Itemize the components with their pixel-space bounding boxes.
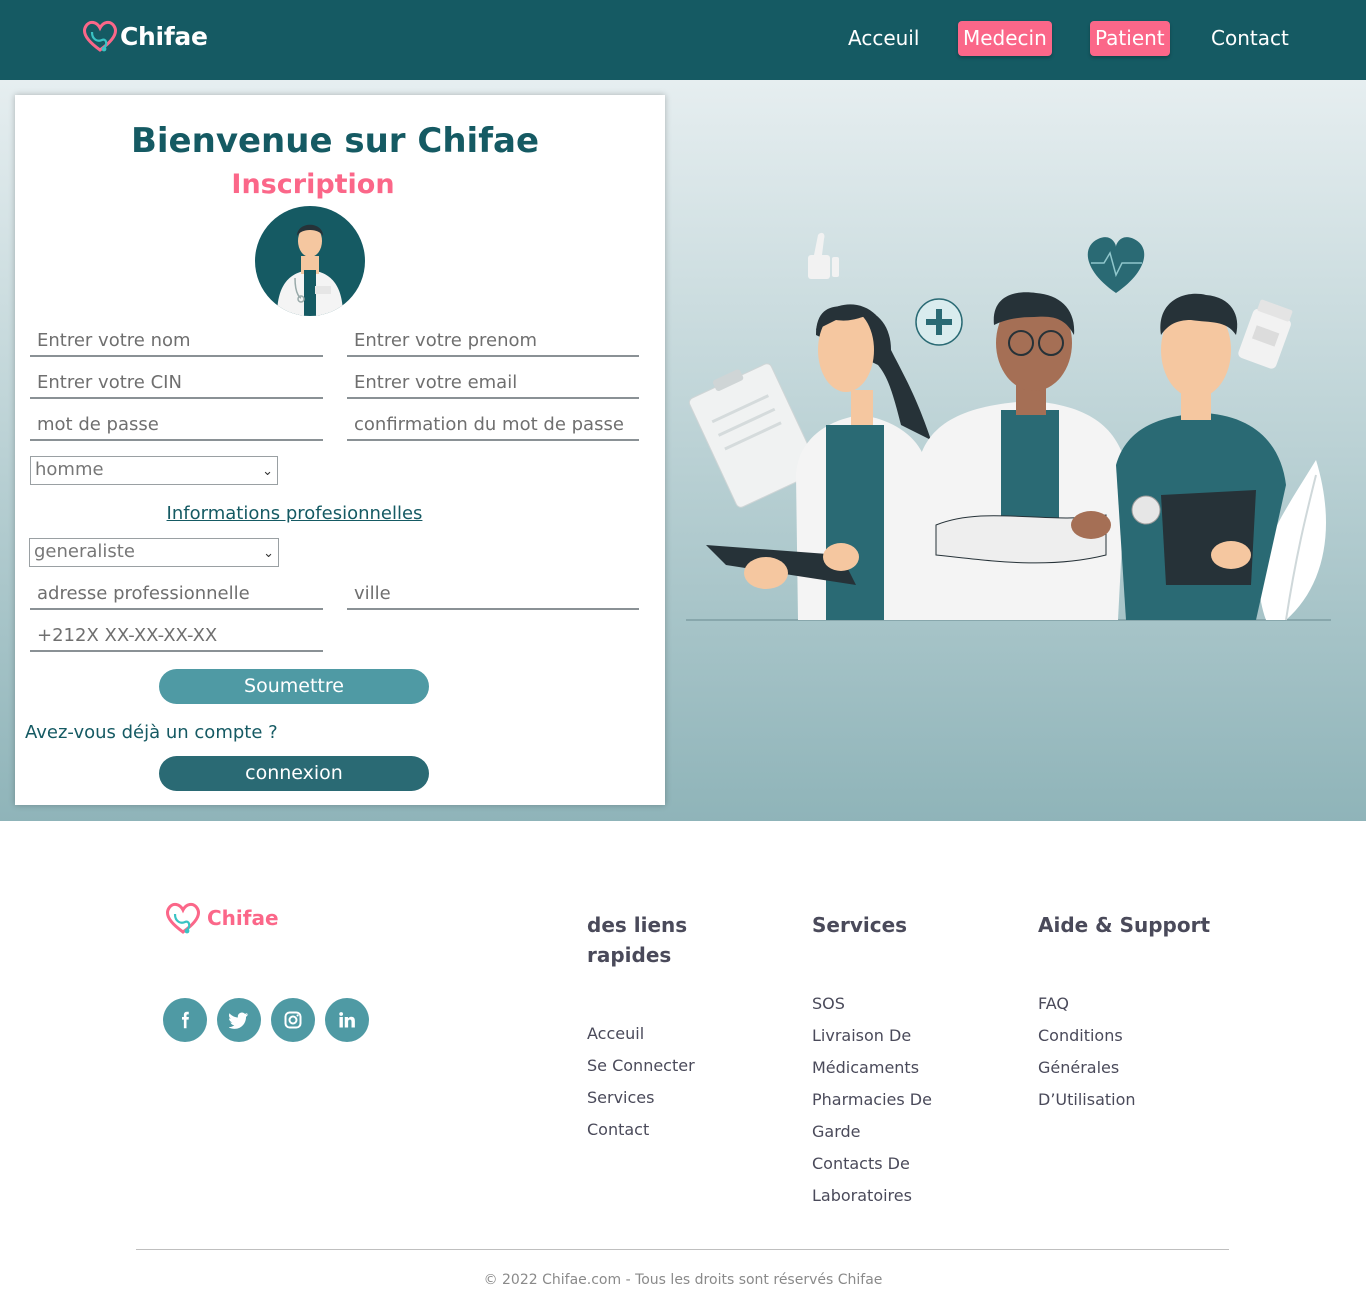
doctor-avatar-icon (255, 206, 365, 316)
form-subtitle: Inscription (231, 169, 395, 200)
specialty-select-value: generaliste (34, 541, 135, 562)
footer-column-title: des liens rapides (587, 913, 688, 967)
footer-brand-name: Chifae (207, 906, 279, 930)
footer-link-generales[interactable]: Générales (1038, 1052, 1238, 1084)
registration-card: Bienvenue sur Chifae Inscription Entrer … (15, 95, 665, 805)
linkedin-icon[interactable] (325, 998, 369, 1042)
gender-select-value: homme (35, 459, 104, 480)
gender-select[interactable]: homme ⌄ (30, 456, 278, 485)
footer-link-sos[interactable]: SOS (812, 988, 1012, 1020)
email-input[interactable]: Entrer votre email (347, 369, 639, 399)
first-name-input[interactable]: Entrer votre prenom (347, 327, 639, 357)
footer-link-medicaments[interactable]: Médicaments (812, 1052, 1012, 1084)
phone-input[interactable]: +212X XX-XX-XX-XX (30, 622, 323, 652)
city-input[interactable]: ville (347, 580, 639, 610)
footer-brand-logo[interactable]: Chifae (163, 898, 279, 938)
footer-link-contacts-de[interactable]: Contacts De (812, 1148, 1012, 1180)
nav-link-contact[interactable]: Contact (1206, 21, 1294, 56)
footer-link-livraison[interactable]: Livraison De (812, 1020, 1012, 1052)
footer-link-services[interactable]: Services (587, 1082, 767, 1114)
heart-stethoscope-icon (83, 20, 117, 52)
footer-link-acceuil[interactable]: Acceuil (587, 1018, 767, 1050)
footer-column-support: Aide & Support FAQ Conditions Générales … (1038, 910, 1238, 1116)
have-account-text: Avez-vous déjà un compte ? (25, 722, 278, 743)
footer-link-garde[interactable]: Garde (812, 1116, 1012, 1148)
heart-stethoscope-icon (166, 902, 200, 934)
twitter-icon[interactable] (217, 998, 261, 1042)
nav-link-acceuil[interactable]: Acceuil (843, 21, 924, 56)
login-button[interactable]: connexion (159, 756, 429, 791)
address-input[interactable]: adresse professionnelle (30, 580, 323, 610)
footer-link-pharmacies[interactable]: Pharmacies De (812, 1084, 1012, 1116)
footer-column-quick-links: des liens rapides Acceuil Se Connecter S… (587, 910, 767, 1146)
footer-link-contact[interactable]: Contact (587, 1114, 767, 1146)
chevron-down-icon: ⌄ (262, 464, 273, 479)
cin-input[interactable]: Entrer votre CIN (30, 369, 323, 399)
nav-link-medecin[interactable]: Medecin (958, 21, 1052, 56)
nav-link-patient[interactable]: Patient (1090, 21, 1170, 56)
footer-link-laboratoires[interactable]: Laboratoires (812, 1180, 1012, 1212)
footer-link-faq[interactable]: FAQ (1038, 988, 1238, 1020)
footer-link-utilisation[interactable]: D’Utilisation (1038, 1084, 1238, 1116)
specialty-select[interactable]: generaliste ⌄ (29, 538, 279, 567)
facebook-icon[interactable] (163, 998, 207, 1042)
professional-info-link[interactable]: Informations profesionnelles (15, 503, 574, 524)
password-input[interactable]: mot de passe (30, 411, 323, 441)
footer-link-conditions[interactable]: Conditions (1038, 1020, 1238, 1052)
password-confirm-input[interactable]: confirmation du mot de passe (347, 411, 639, 441)
top-navbar: Chifae Acceuil Medecin Patient Contact (0, 0, 1366, 80)
chevron-down-icon: ⌄ (263, 546, 274, 561)
submit-button[interactable]: Soumettre (159, 669, 429, 704)
footer-link-se-connecter[interactable]: Se Connecter (587, 1050, 767, 1082)
footer-divider (136, 1249, 1229, 1250)
social-links (163, 998, 369, 1042)
footer-column-title: Services (812, 913, 908, 937)
footer-column-title: Aide & Support (1038, 913, 1211, 937)
welcome-title: Bienvenue sur Chifae (130, 121, 540, 161)
brand-name: Chifae (120, 21, 208, 51)
last-name-input[interactable]: Entrer votre nom (30, 327, 323, 357)
doctors-illustration (686, 232, 1331, 621)
footer-column-services: Services SOS Livraison De Médicaments Ph… (812, 910, 1012, 1212)
copyright-text: © 2022 Chifae.com - Tous les droits sont… (483, 1272, 883, 1288)
brand-logo[interactable]: Chifae (80, 14, 220, 58)
instagram-icon[interactable] (271, 998, 315, 1042)
